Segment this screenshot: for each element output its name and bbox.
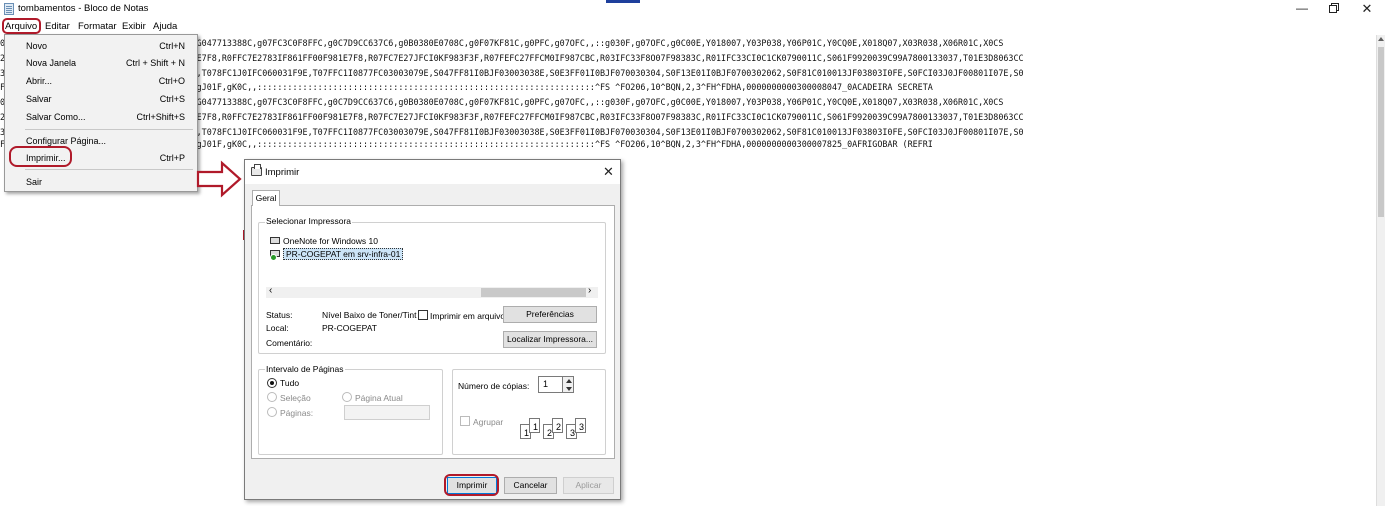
printer-list-scrollbar[interactable]: ‹ › [266, 285, 598, 298]
window-title: tombamentos - Bloco de Notas [18, 3, 149, 14]
menu-item-label: Salvar [26, 94, 52, 104]
focus-indicator [606, 0, 640, 3]
comment-label: Comentário: [266, 338, 313, 348]
range-pages-label: Páginas: [280, 408, 314, 418]
menu-item-nova-janela[interactable]: Nova Janela Ctrl + Shift + N [5, 55, 197, 71]
range-all-label: Tudo [280, 378, 300, 388]
text-line: 3I07FEI0600107FE,T0787C1I05IF81E0031FFC,… [0, 68, 1024, 78]
scrollbar-thumb[interactable] [1378, 47, 1384, 217]
minimize-button[interactable]: — [1287, 1, 1317, 17]
file-menu: Novo Ctrl+N Nova Janela Ctrl + Shift + N… [4, 34, 198, 192]
menu-formatar[interactable]: Formatar [78, 21, 117, 32]
page-range-title: Intervalo de Páginas [265, 364, 345, 374]
menu-item-label: Nova Janela [26, 58, 77, 68]
highlight-ring-print-button [444, 474, 499, 496]
menu-item-salvar-como[interactable]: Salvar Como... Ctrl+Shift+S [5, 109, 197, 125]
range-selection-label: Seleção [280, 393, 311, 403]
spin-down-icon[interactable] [566, 387, 572, 391]
highlight-ring-arquivo [2, 18, 41, 34]
range-current-radio[interactable] [342, 392, 352, 402]
printer-item-pr-cogepat[interactable]: PR-COGEPAT em srv-infra-01 [270, 248, 404, 261]
default-printer-check-icon [270, 254, 277, 261]
location-label: Local: [266, 323, 289, 333]
range-all-radio[interactable] [267, 378, 277, 388]
notepad-icon [4, 3, 14, 15]
preferences-button[interactable]: Preferências [503, 306, 597, 323]
spin-up-icon[interactable] [566, 379, 572, 383]
close-button[interactable]: ✕ [1352, 1, 1382, 17]
range-pages-radio[interactable] [267, 407, 277, 417]
text-line: 00,25,,:::::::::::::::::::::gH0161F1E,gG… [0, 97, 1004, 107]
status-label: Status: [266, 310, 293, 320]
print-to-file-label: Imprimir em arquivo [430, 311, 506, 321]
printer-icon [270, 237, 280, 245]
collate-page-icon: 1 [529, 418, 540, 433]
scrollbar-thumb[interactable] [481, 288, 586, 297]
menu-item-label: Novo [26, 41, 48, 51]
menu-separator [25, 169, 193, 170]
printer-name: PR-COGEPAT em srv-infra-01 [283, 248, 404, 260]
menu-item-label: Configurar Página... [26, 136, 107, 146]
tab-geral[interactable]: Geral [252, 190, 280, 206]
title-bar: tombamentos - Bloco de Notas — ✕ [0, 0, 1385, 18]
printer-item-onenote[interactable]: OneNote for Windows 10 [270, 236, 378, 248]
scroll-left-arrow-icon[interactable]: ‹ [269, 285, 272, 296]
status-value: Nível Baixo de Toner/Tint [322, 310, 417, 320]
cancel-button[interactable]: Cancelar [504, 477, 557, 494]
collate-checkbox[interactable] [460, 416, 470, 426]
collate-page-icon: 3 [575, 418, 586, 433]
maximize-button[interactable] [1318, 1, 1348, 17]
text-line: F81F07FF04,gG03FF0E1FF8,gI03C0F,gJ0738,g… [0, 139, 933, 149]
copies-spin-buttons[interactable] [562, 376, 574, 393]
range-selection-radio[interactable] [267, 392, 277, 402]
menu-editar[interactable]: Editar [45, 21, 70, 32]
text-line: 3I07FEI0600107FE,T0787C1I05IF81E0031FFC,… [0, 127, 1024, 137]
restore-icon [1329, 5, 1337, 13]
menu-separator [25, 129, 193, 130]
menu-item-abrir[interactable]: Abrir... Ctrl+O [5, 73, 197, 89]
select-printer-title: Selecionar Impressora [265, 216, 353, 226]
menu-item-shortcut: Ctrl+S [159, 94, 185, 104]
collate-page-icon: 2 [552, 418, 563, 433]
annotation-arrow-icon [196, 160, 242, 198]
menu-item-shortcut: Ctrl + Shift + N [125, 58, 185, 68]
menu-bar: Arquivo Editar Formatar Exibir Ajuda [0, 18, 1385, 35]
dialog-title-bar: Imprimir ✕ [245, 160, 620, 184]
location-value: PR-COGEPAT [322, 323, 377, 333]
menu-item-salvar[interactable]: Salvar Ctrl+S [5, 91, 197, 107]
menu-item-label: Abrir... [26, 76, 53, 86]
apply-button[interactable]: Aplicar [563, 477, 614, 494]
menu-item-novo[interactable]: Novo Ctrl+N [5, 38, 197, 54]
text-line: F81F07FF04,gG03FF0E1FF8,gI03C0F,gJ0738,g… [0, 82, 933, 92]
menu-item-shortcut: Ctrl+P [159, 153, 185, 163]
highlight-ring-imprimir [9, 146, 72, 167]
pages-input[interactable] [344, 405, 430, 420]
copies-stepper[interactable]: 1 [538, 376, 575, 393]
vertical-scrollbar[interactable] [1376, 35, 1385, 506]
range-current-label: Página Atual [355, 393, 403, 403]
menu-item-shortcut: Ctrl+N [159, 41, 185, 51]
copies-label: Número de cópias: [458, 381, 530, 391]
text-line: 00,25,,:::::::::::::::::::::gH0161F1E,gG… [0, 38, 1004, 48]
menu-exibir[interactable]: Exibir [122, 21, 146, 32]
text-editor[interactable]: 00,25,,:::::::::::::::::::::gH0161F1E,gG… [0, 35, 1376, 506]
menu-item-shortcut: Ctrl+O [158, 76, 185, 86]
collate-label: Agrupar [473, 417, 504, 427]
menu-ajuda[interactable]: Ajuda [153, 21, 177, 32]
copies-input[interactable]: 1 [538, 376, 563, 393]
scroll-up-arrow-icon[interactable] [1378, 37, 1384, 41]
scroll-right-arrow-icon[interactable]: › [588, 285, 591, 296]
printer-icon [251, 164, 262, 176]
menu-item-sair[interactable]: Sair [5, 174, 197, 190]
printer-name: OneNote for Windows 10 [283, 236, 378, 246]
menu-item-label: Salvar Como... [26, 112, 86, 122]
print-to-file-checkbox[interactable] [418, 310, 428, 320]
menu-item-label: Sair [26, 177, 43, 187]
text-line: 27LF0JF7F987FFC,R0FE43E27EJFC03FF81F983E… [0, 112, 1024, 122]
menu-item-shortcut: Ctrl+Shift+S [136, 112, 185, 122]
find-printer-button[interactable]: Localizar Impressora... [503, 331, 597, 348]
dialog-close-button[interactable]: ✕ [603, 164, 614, 180]
dialog-title: Imprimir [265, 167, 300, 178]
text-line: 27LF0JF7F987FFC,R0FE43E27EJFC03FF81F983E… [0, 53, 1024, 63]
